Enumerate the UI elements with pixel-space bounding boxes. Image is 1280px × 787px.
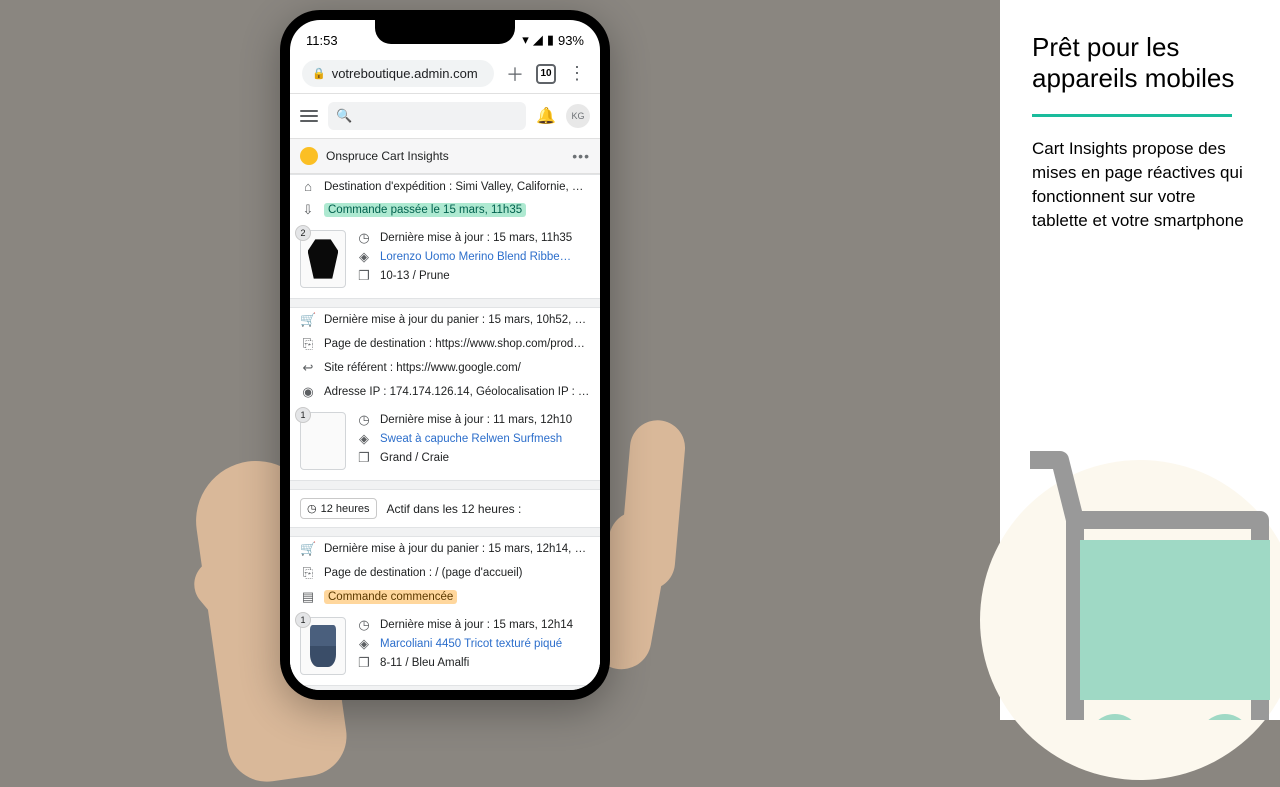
marketing-sidebar: Prêt pour les appareils mobiles Cart Ins… [1000, 0, 1280, 720]
tag-icon: ◈ [356, 249, 372, 265]
quantity-badge: 1 [295, 407, 311, 423]
browser-menu-button[interactable]: ⋮ [566, 63, 588, 85]
phone-frame: 11:53 ▾ ◢ ▮ 93% 🔒 votreboutique.admin.co… [280, 10, 610, 700]
home-icon: ⌂ [300, 179, 316, 194]
product-link[interactable]: Sweat à capuche Relwen Surfmesh [380, 433, 562, 445]
quantity-badge: 2 [295, 225, 311, 241]
ip-geo: Adresse IP : 174.174.126.14, Géolocalisa… [324, 386, 590, 398]
quantity-badge: 1 [295, 612, 311, 628]
search-input[interactable]: 🔍 [328, 102, 526, 130]
avatar[interactable]: KG [566, 104, 590, 128]
accent-divider [1032, 114, 1232, 117]
signal-icon: ◢ [533, 32, 543, 48]
landing-page: Page de destination : https://www.shop.c… [324, 338, 590, 350]
browser-bar: 🔒 votreboutique.admin.com ＋ 10 ⋮ [290, 54, 600, 94]
search-icon: 🔍 [336, 108, 352, 123]
clock-icon: ◷ [356, 617, 372, 633]
product-row: 1 ◷ Dernière mise à jour : 11 mars, 12h10… [290, 404, 600, 480]
product-thumbnail[interactable]: 1 [300, 412, 346, 470]
app-header: Onspruce Cart Insights ••• [290, 139, 600, 174]
tag-icon: ◈ [356, 431, 372, 447]
phone-notch [375, 20, 515, 44]
download-icon: ⇩ [300, 202, 316, 218]
notifications-icon[interactable]: 🔔 [536, 106, 556, 126]
content-scroll[interactable]: ⌂ Destination d'expédition : Simi Valley,… [290, 174, 600, 690]
cart-icon: 🛒 [300, 541, 316, 557]
referrer-text: Site référent : https://www.google.com/ [324, 362, 521, 374]
product-link[interactable]: Lorenzo Uomo Merino Blend Ribbe… [380, 251, 571, 263]
battery-percent: 93% [558, 33, 584, 48]
pin-icon: ◉ [300, 384, 316, 400]
landing-page: Page de destination : / (page d'accueil) [324, 567, 522, 579]
app-top-bar: 🔍 🔔 KG [290, 94, 600, 139]
activity-label: Actif dans les 12 heures : [387, 502, 522, 516]
cart-update: Dernière mise à jour du panier : 15 mars… [324, 314, 590, 326]
url-bar[interactable]: 🔒 votreboutique.admin.com [302, 60, 494, 87]
variant-icon: ❐ [356, 450, 372, 466]
variant-text: Grand / Craie [380, 452, 449, 464]
cart-update: Dernière mise à jour du panier : 15 mars… [324, 543, 590, 555]
variant-text: 8-11 / Bleu Amalfi [380, 657, 469, 669]
product-thumbnail[interactable]: 2 [300, 230, 346, 288]
status-time: 11:53 [306, 33, 338, 48]
checkout-icon: ▤ [300, 589, 316, 605]
battery-icon: ▮ [547, 32, 554, 48]
new-tab-button[interactable]: ＋ [504, 63, 526, 85]
order-placed-badge: Commande passée le 15 mars, 11h35 [324, 203, 526, 217]
insight-card: 🛒 Dernière mise à jour du panier : 15 mar… [290, 307, 600, 481]
tag-icon: ◈ [356, 636, 372, 652]
variant-text: 10-13 / Prune [380, 270, 450, 282]
checkout-started-badge: Commande commencée [324, 590, 457, 604]
app-title: Onspruce Cart Insights [326, 149, 564, 163]
cart-icon: 🛒 [300, 312, 316, 328]
product-thumbnail[interactable]: 1 [300, 617, 346, 675]
product-row: 2 ◷ Dernière mise à jour : 15 mars, 11h35… [290, 222, 600, 298]
landing-icon: ⎘ [300, 336, 316, 352]
sidebar-body: Cart Insights propose des mises en page … [1032, 137, 1248, 232]
last-update: Dernière mise à jour : 11 mars, 12h10 [380, 414, 572, 426]
insight-card: 🛒 Dernière mise à jour du panier : 15 mar… [290, 536, 600, 686]
last-update: Dernière mise à jour : 15 mars, 11h35 [380, 232, 572, 244]
url-text: votreboutique.admin.com [332, 66, 478, 81]
more-actions-button[interactable]: ••• [572, 148, 590, 164]
clock-icon: ◷ [307, 502, 317, 515]
activity-filter-row: ◷ 12 heures Actif dans les 12 heures : [290, 489, 600, 528]
lock-icon: 🔒 [312, 67, 326, 80]
tab-switcher-button[interactable]: 10 [536, 64, 556, 84]
sidebar-heading: Prêt pour les appareils mobiles [1032, 32, 1248, 94]
cart-illustration [1000, 340, 1280, 720]
shipping-destination: Destination d'expédition : Simi Valley, … [324, 181, 590, 193]
clock-icon: ◷ [356, 230, 372, 246]
variant-icon: ❐ [356, 655, 372, 671]
product-row: 1 ◷ Dernière mise à jour : 15 mars, 12h14… [290, 609, 600, 685]
landing-icon: ⎘ [300, 565, 316, 581]
referrer-icon: ↩ [300, 360, 316, 376]
activity-badge[interactable]: ◷ 12 heures [300, 498, 377, 519]
insight-card: ⌂ Destination d'expédition : Simi Valley,… [290, 174, 600, 299]
clock-icon: ◷ [356, 412, 372, 428]
app-logo-icon [300, 147, 318, 165]
wifi-icon: ▾ [522, 32, 529, 48]
variant-icon: ❐ [356, 268, 372, 284]
menu-button[interactable] [300, 110, 318, 122]
last-update: Dernière mise à jour : 15 mars, 12h14 [380, 619, 573, 631]
product-link[interactable]: Marcoliani 4450 Tricot texturé piqué [380, 638, 562, 650]
